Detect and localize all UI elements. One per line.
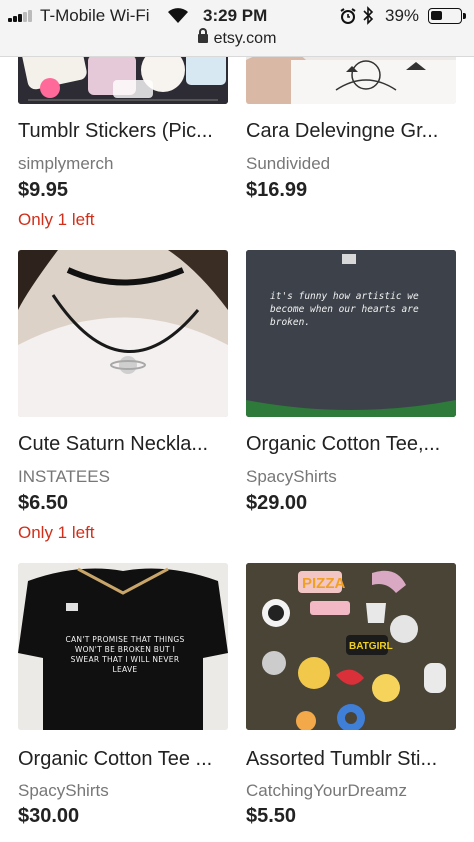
choker-necklace-image — [18, 250, 228, 417]
listing-title[interactable]: Cara Delevingne Gr... — [246, 120, 458, 143]
listing-price: $30.00 — [18, 805, 80, 827]
listing-image[interactable]: it's funny how artistic we become when o… — [246, 250, 456, 417]
listing-image[interactable]: CAN'T PROMISE THAT THINGS WON'T BE BROKE… — [18, 563, 228, 730]
quote-tee-image: it's funny how artistic we become when o… — [246, 250, 456, 417]
listing-price: $6.50 — [18, 492, 69, 514]
listing-title[interactable]: Cute Saturn Neckla... — [18, 433, 230, 456]
clock: 3:29 PM — [203, 6, 268, 25]
listing-price: $9.95 — [18, 179, 69, 201]
tee-quote-text: it's funny how artistic we become when o… — [270, 291, 419, 328]
carrier-name: T-Mobile Wi-Fi — [40, 6, 150, 25]
url-text: etsy.com — [213, 30, 277, 47]
listing-card[interactable]: PIZZA BATGIRL Assorted Tumblr Sti... Cat… — [246, 563, 456, 833]
wifi-icon — [168, 8, 188, 23]
listing-image[interactable] — [18, 250, 228, 417]
shop-name[interactable]: CatchingYourDreamz — [246, 781, 407, 801]
batgirl-sticker-text: BATGIRL — [349, 641, 393, 652]
sticker-pile-image: PIZZA BATGIRL — [246, 563, 456, 730]
bluetooth-icon — [363, 6, 374, 25]
shop-name[interactable]: SpacyShirts — [246, 467, 337, 487]
shop-name[interactable]: INSTATEES — [18, 467, 110, 487]
browser-chrome: T-Mobile Wi-Fi 3:29 PM 39% etsy.com — [0, 0, 474, 57]
tee-promise-text: CAN'T PROMISE THAT THINGS WON'T BE BROKE… — [65, 635, 185, 674]
battery-percent: 39% — [385, 6, 420, 25]
listing-card[interactable]: Cute Saturn Neckla... INSTATEES $6.50 On… — [18, 250, 228, 550]
alarm-icon — [340, 8, 356, 24]
signal-icon — [8, 9, 34, 22]
battery-level — [431, 11, 442, 20]
low-stock-badge: Only 1 left — [18, 523, 95, 542]
listing-image[interactable]: PIZZA BATGIRL — [246, 563, 456, 730]
status-bar: T-Mobile Wi-Fi 3:29 PM 39% — [0, 0, 474, 30]
low-stock-badge: Only 1 left — [18, 210, 95, 229]
listing-title[interactable]: Organic Cotton Tee,... — [246, 433, 458, 456]
listing-title[interactable]: Tumblr Stickers (Pic... — [18, 120, 230, 143]
pizza-sticker-text: PIZZA — [302, 575, 345, 592]
listing-price: $16.99 — [246, 179, 308, 201]
shop-name[interactable]: Sundivided — [246, 154, 330, 174]
shop-name[interactable]: simplymerch — [18, 154, 113, 174]
listing-card[interactable]: it's funny how artistic we become when o… — [246, 250, 456, 550]
listing-title[interactable]: Organic Cotton Tee ... — [18, 748, 230, 771]
battery-icon — [428, 8, 466, 24]
listing-card[interactable]: CAN'T PROMISE THAT THINGS WON'T BE BROKE… — [18, 563, 228, 833]
address-bar[interactable]: etsy.com — [0, 28, 474, 48]
shop-name[interactable]: SpacyShirts — [18, 781, 109, 801]
lock-icon — [197, 28, 208, 43]
listing-title[interactable]: Assorted Tumblr Sti... — [246, 748, 458, 771]
listing-price: $29.00 — [246, 492, 308, 514]
listing-price: $5.50 — [246, 805, 297, 827]
black-tee-image: CAN'T PROMISE THAT THINGS WON'T BE BROKE… — [18, 563, 228, 730]
